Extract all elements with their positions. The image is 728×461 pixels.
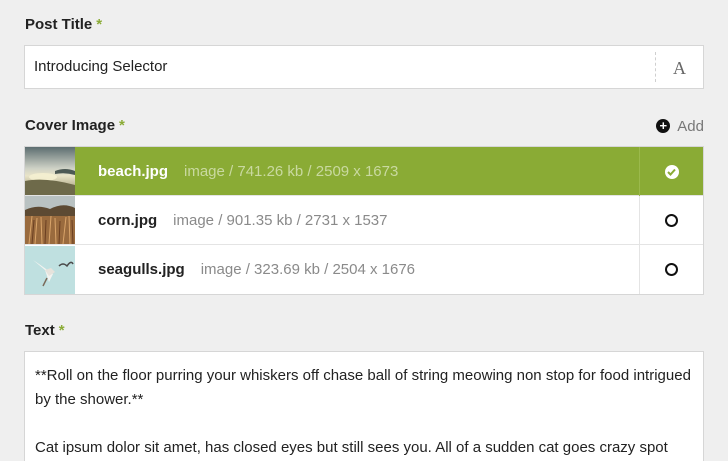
cover-image-label-text: Cover Image (25, 117, 116, 134)
empty-circle-icon (665, 263, 678, 276)
image-meta: image / 901.35 kb / 2731 x 1537 (173, 211, 388, 229)
text-area[interactable]: **Roll on the floor purring your whisker… (24, 351, 704, 461)
post-title-input[interactable] (34, 46, 644, 88)
select-cell[interactable] (639, 196, 703, 245)
select-cell[interactable] (639, 147, 703, 196)
image-name: beach.jpg (98, 162, 169, 180)
image-meta: image / 323.69 kb / 2504 x 1676 (200, 261, 416, 278)
text-paragraph: **Roll on the floor purring your whisker… (35, 367, 691, 408)
image-row-corn[interactable]: corn.jpg image / 901.35 kb / 2731 x 1537 (25, 196, 703, 245)
required-mark: * (96, 16, 103, 33)
empty-circle-icon (665, 214, 678, 227)
plus-circle-icon: + (656, 119, 671, 133)
required-mark: * (58, 322, 65, 339)
check-circle-icon (664, 164, 679, 179)
image-meta: image / 741.26 kb / 2509 x 1673 (184, 162, 399, 180)
image-row-seagulls[interactable]: seagulls.jpg image / 323.69 kb / 2504 x … (25, 245, 703, 294)
seagulls-thumbnail (25, 245, 75, 294)
post-title-label-text: Post Title (25, 16, 93, 33)
font-format-icon[interactable]: A (655, 46, 704, 88)
select-cell[interactable] (639, 245, 703, 294)
beach-thumbnail (25, 147, 75, 195)
text-label: Text * (25, 321, 65, 341)
image-row-beach[interactable]: beach.jpg image / 741.26 kb / 2509 x 167… (25, 147, 703, 196)
add-image-button[interactable]: + Add (656, 116, 704, 136)
image-name: corn.jpg (98, 211, 158, 229)
text-label-text: Text (25, 322, 55, 339)
post-title-field: A (24, 45, 704, 89)
cover-image-label: Cover Image * (25, 116, 125, 136)
image-name: seagulls.jpg (98, 261, 185, 278)
image-list: beach.jpg image / 741.26 kb / 2509 x 167… (24, 146, 704, 295)
corn-thumbnail (25, 196, 75, 244)
add-image-label: Add (677, 117, 704, 135)
text-paragraph: Cat ipsum dolor sit amet, has closed eye… (35, 439, 668, 456)
required-mark: * (119, 117, 125, 134)
post-title-label: Post Title * (25, 15, 102, 35)
